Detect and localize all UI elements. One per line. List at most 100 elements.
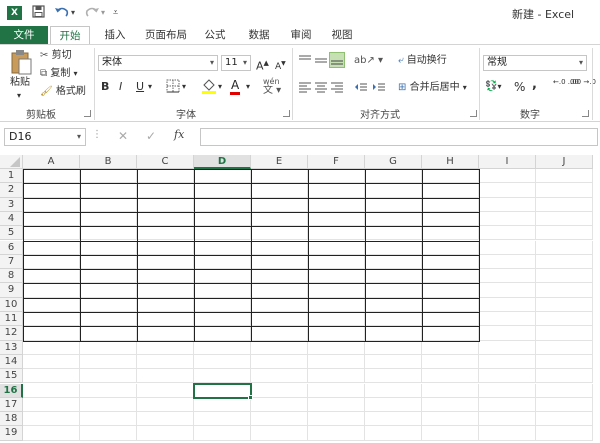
align-left-icon[interactable]: [298, 81, 312, 98]
drag-handle-icon[interactable]: ⋮: [92, 129, 102, 140]
cell-g1[interactable]: [365, 169, 422, 184]
cell-e15[interactable]: [251, 369, 308, 384]
cell-j16[interactable]: [536, 383, 593, 398]
undo-icon[interactable]: [54, 5, 70, 21]
cell-e18[interactable]: [251, 412, 308, 427]
format-painter-button[interactable]: 🖌 格式刷: [40, 85, 86, 99]
cell-i1[interactable]: [479, 169, 536, 184]
cell-d15[interactable]: [194, 369, 251, 384]
row-header-7[interactable]: 7: [0, 254, 23, 270]
row-header-8[interactable]: 8: [0, 269, 23, 284]
paste-button[interactable]: 粘贴: [10, 76, 30, 90]
cell-e7[interactable]: [251, 254, 308, 270]
cell-c16[interactable]: [137, 383, 194, 398]
cell-e10[interactable]: [251, 297, 308, 312]
cell-c12[interactable]: [137, 326, 194, 341]
cell-j1[interactable]: [536, 169, 593, 184]
cell-b16[interactable]: [80, 383, 137, 398]
cell-c15[interactable]: [137, 369, 194, 384]
cell-e3[interactable]: [251, 197, 308, 212]
italic-button[interactable]: I: [119, 80, 122, 94]
cell-j6[interactable]: [536, 240, 593, 255]
column-header-a[interactable]: A: [23, 155, 80, 169]
cell-f19[interactable]: [308, 426, 365, 441]
cell-d18[interactable]: [194, 412, 251, 427]
cell-j14[interactable]: [536, 354, 593, 370]
customize-icon[interactable]: ⩡: [113, 5, 118, 21]
row-header-12[interactable]: 12: [0, 326, 23, 341]
underline-button[interactable]: U: [136, 80, 144, 94]
cell-c19[interactable]: [137, 426, 194, 441]
cell-e12[interactable]: [251, 326, 308, 341]
column-header-e[interactable]: E: [251, 155, 308, 169]
cell-h18[interactable]: [422, 412, 479, 427]
cell-d3[interactable]: [194, 197, 251, 212]
cell-i2[interactable]: [479, 183, 536, 198]
grow-font-button[interactable]: A▲: [256, 56, 269, 74]
cell-a7[interactable]: [23, 254, 80, 270]
underline-dropdown-icon[interactable]: ▾: [148, 80, 152, 94]
cell-j19[interactable]: [536, 426, 593, 441]
column-header-f[interactable]: F: [308, 155, 365, 169]
cell-e19[interactable]: [251, 426, 308, 441]
cell-b19[interactable]: [80, 426, 137, 441]
cell-i14[interactable]: [479, 354, 536, 370]
cut-button[interactable]: ✂ 剪切: [40, 49, 72, 63]
tab-review[interactable]: 审阅: [286, 26, 316, 44]
cell-j17[interactable]: [536, 397, 593, 413]
cell-c3[interactable]: [137, 197, 194, 212]
cell-e8[interactable]: [251, 269, 308, 284]
column-header-h[interactable]: H: [422, 155, 479, 169]
cell-i13[interactable]: [479, 340, 536, 355]
row-header-18[interactable]: 18: [0, 412, 23, 427]
cell-d13[interactable]: [194, 340, 251, 355]
cell-g8[interactable]: [365, 269, 422, 284]
row-header-17[interactable]: 17: [0, 397, 23, 413]
cell-g13[interactable]: [365, 340, 422, 355]
copy-button[interactable]: ⧉ 复制 ▾: [40, 67, 78, 81]
cell-b7[interactable]: [80, 254, 137, 270]
number-launcher-icon[interactable]: [582, 110, 589, 117]
cell-a9[interactable]: [23, 283, 80, 298]
cell-c9[interactable]: [137, 283, 194, 298]
cell-f7[interactable]: [308, 254, 365, 270]
cell-g17[interactable]: [365, 397, 422, 413]
cell-f16[interactable]: [308, 383, 365, 398]
increase-indent-icon[interactable]: [372, 81, 386, 98]
cell-i17[interactable]: [479, 397, 536, 413]
cell-d1[interactable]: [194, 169, 251, 184]
cell-b14[interactable]: [80, 354, 137, 370]
cell-h6[interactable]: [422, 240, 479, 255]
cell-e16[interactable]: [251, 383, 308, 398]
row-header-6[interactable]: 6: [0, 240, 23, 255]
cell-h9[interactable]: [422, 283, 479, 298]
cell-b10[interactable]: [80, 297, 137, 312]
bold-button[interactable]: B: [101, 80, 109, 94]
cell-j4[interactable]: [536, 211, 593, 227]
tab-data[interactable]: 数据: [244, 26, 274, 44]
cell-i12[interactable]: [479, 326, 536, 341]
cell-b15[interactable]: [80, 369, 137, 384]
column-header-b[interactable]: B: [80, 155, 137, 169]
row-header-19[interactable]: 19: [0, 426, 23, 441]
cell-d6[interactable]: [194, 240, 251, 255]
clipboard-launcher-icon[interactable]: [84, 110, 91, 117]
cell-d14[interactable]: [194, 354, 251, 370]
cell-h12[interactable]: [422, 326, 479, 341]
orientation-icon[interactable]: ab↗ ▾: [354, 54, 383, 68]
cell-g9[interactable]: [365, 283, 422, 298]
cell-i8[interactable]: [479, 269, 536, 284]
cell-b5[interactable]: [80, 226, 137, 241]
cell-a12[interactable]: [23, 326, 80, 341]
cell-c2[interactable]: [137, 183, 194, 198]
accounting-format-button[interactable]: 💱▾: [485, 80, 501, 94]
cell-a6[interactable]: [23, 240, 80, 255]
cell-g5[interactable]: [365, 226, 422, 241]
cell-c11[interactable]: [137, 312, 194, 327]
cell-h5[interactable]: [422, 226, 479, 241]
column-header-c[interactable]: C: [137, 155, 194, 169]
decrease-decimal-button[interactable]: .00 →.0: [570, 78, 596, 86]
cell-i19[interactable]: [479, 426, 536, 441]
cell-f5[interactable]: [308, 226, 365, 241]
font-name-select[interactable]: 宋体 ▾: [98, 55, 218, 71]
